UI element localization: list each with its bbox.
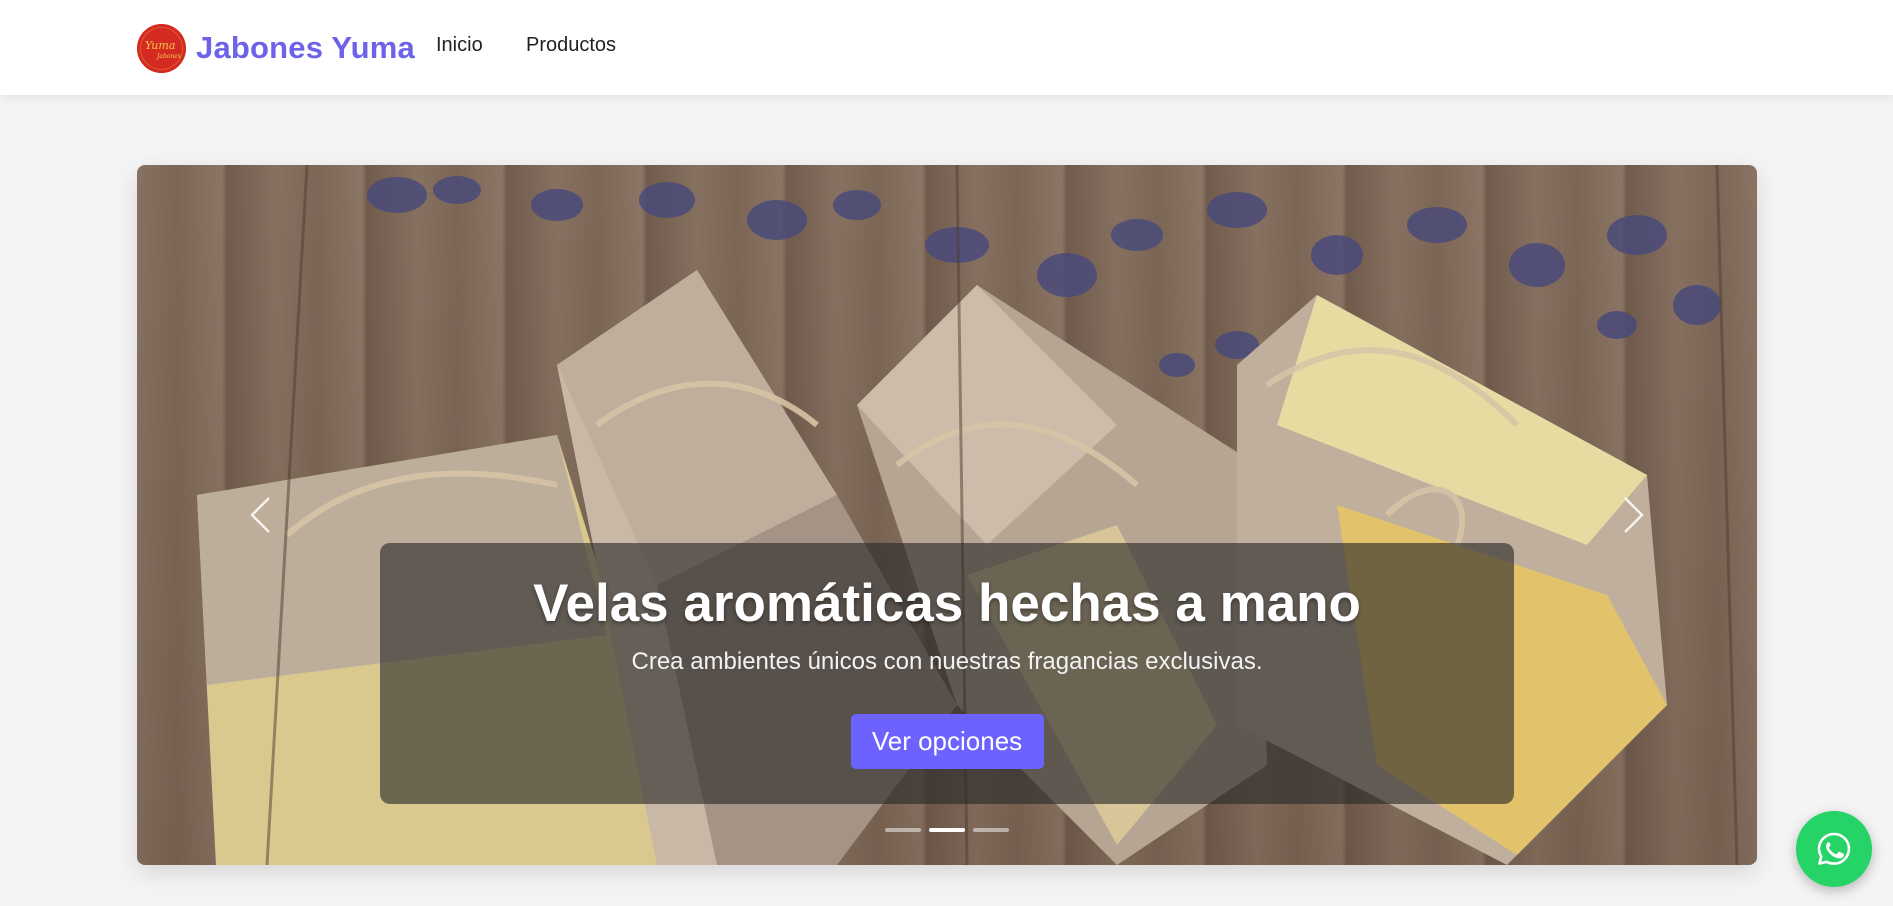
carousel-next-button[interactable]: [1604, 485, 1664, 545]
nav-link-productos[interactable]: Productos: [526, 34, 616, 57]
svg-text:Jabones: Jabones: [155, 53, 181, 60]
slide-title: Velas aromáticas hechas a mano: [533, 574, 1361, 633]
whatsapp-button[interactable]: [1796, 811, 1872, 887]
navbar: Yuma Jabones Jabones Yuma Inicio Product…: [0, 0, 1893, 95]
slide-caption: Velas aromáticas hechas a mano Crea ambi…: [380, 543, 1514, 804]
nav-link-inicio[interactable]: Inicio: [436, 34, 483, 57]
chevron-right-icon: [1624, 497, 1644, 533]
ver-opciones-button[interactable]: Ver opciones: [850, 714, 1044, 769]
carousel-prev-button[interactable]: [230, 485, 290, 545]
carousel-indicator-3[interactable]: [973, 828, 1009, 832]
slide-subtitle: Crea ambientes únicos con nuestras fraga…: [631, 648, 1263, 675]
logo-mark: Yuma Jabones: [137, 23, 186, 73]
brand-name: Jabones Yuma: [196, 30, 415, 65]
carousel-indicator-1[interactable]: [885, 828, 921, 832]
brand-link[interactable]: Yuma Jabones Jabones Yuma: [137, 22, 415, 74]
carousel-indicator-2[interactable]: [929, 828, 965, 832]
brand-logo: Yuma Jabones: [137, 23, 186, 73]
whatsapp-icon: [1817, 832, 1851, 865]
svg-text:Yuma: Yuma: [145, 39, 175, 52]
hero-carousel: Velas aromáticas hechas a mano Crea ambi…: [137, 165, 1757, 865]
chevron-left-icon: [250, 497, 270, 533]
carousel-indicators: [137, 828, 1757, 832]
